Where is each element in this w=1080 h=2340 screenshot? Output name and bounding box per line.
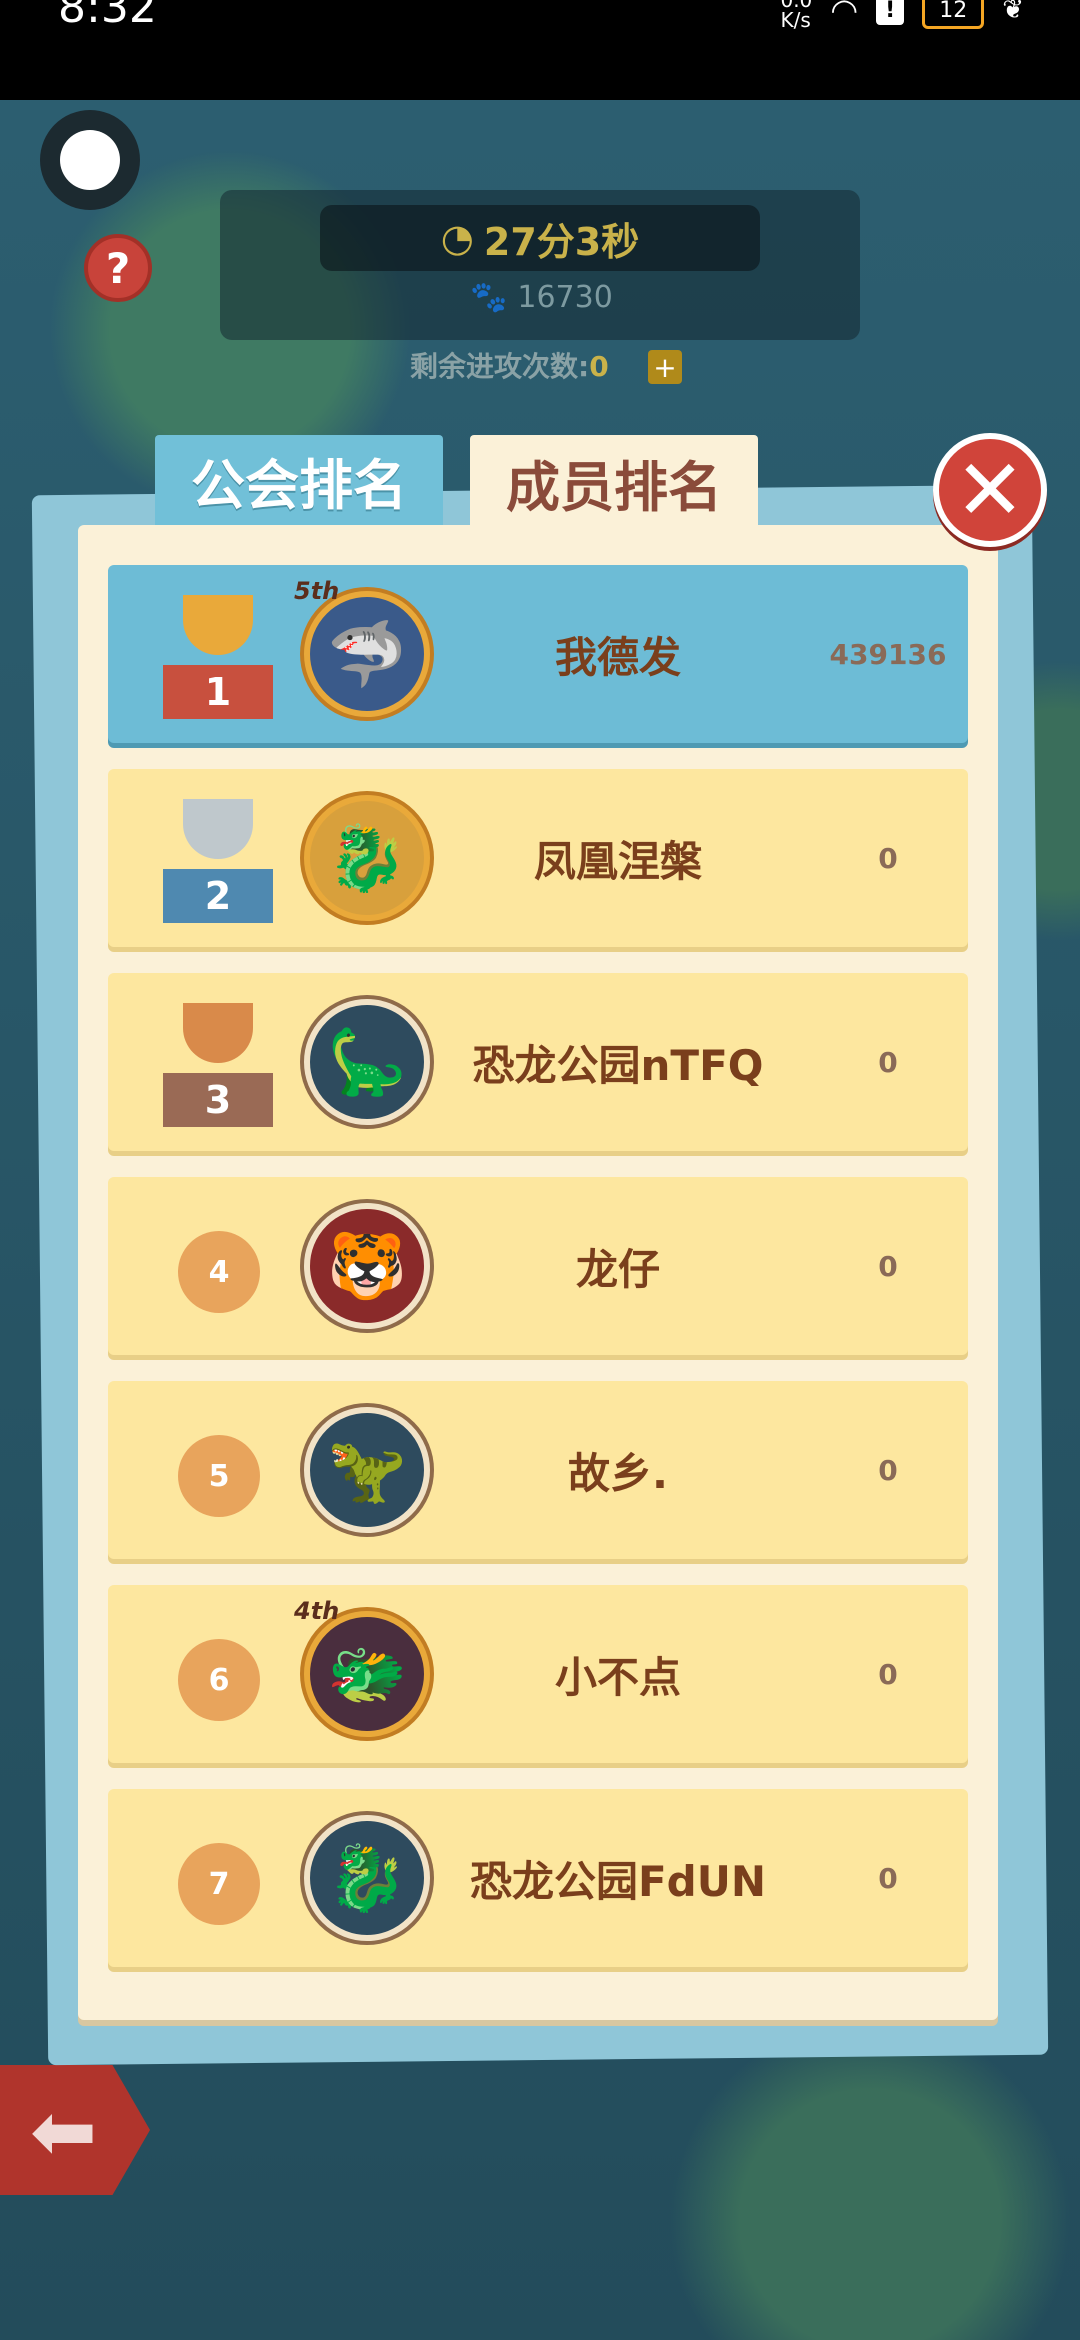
list-item[interactable]: 4 🐯 龙仔 0 [108,1177,968,1355]
close-button[interactable]: ✕ [933,433,1047,547]
list-item[interactable]: 3 🦕 恐龙公园nTFQ 0 [108,973,968,1151]
avatar: 🐉 [304,795,430,921]
alert-icon: ! [876,0,905,25]
member-name: 恐龙公园nTFQ [472,1040,764,1090]
paw-icon: 🐾 [470,280,508,315]
score-value: 16730 [517,280,613,315]
rank-number: 5 [178,1435,260,1517]
network-speed: 0.0 K/s [780,0,813,32]
rank-badge: 5th [294,577,340,605]
avatar: 🦕 [304,999,430,1125]
avatar: 🦖 [304,1407,430,1533]
avatar: 🦈 [304,591,430,717]
member-name: 我德发 [554,632,681,682]
member-score: 0 [878,1657,898,1691]
attacks-remaining: 剩余进攻次数:0 [410,350,609,383]
bronze-trophy-icon: 3 [163,1003,273,1127]
avatar: 🐯 [304,1203,430,1329]
avatar: 🐉 [304,1815,430,1941]
list-item[interactable]: 6 🐲 4th 小不点 0 [108,1585,968,1763]
score-line: 🐾 16730 [470,280,613,315]
wifi-icon: ◠ [830,0,859,29]
member-name: 恐龙公园FdUN [469,1856,766,1906]
status-bar: 8:32 0.0 K/s ◠ ! 12 ❦ [0,0,1080,100]
rank-badge: 4th [294,1597,340,1625]
member-score: 0 [878,1861,898,1895]
member-score: 0 [878,841,898,875]
member-name: 故乡. [568,1448,668,1498]
avatar: 🐲 [304,1611,430,1737]
member-score: 439136 [829,637,947,671]
list-item[interactable]: 2 🐉 凤凰涅槃 0 [108,769,968,947]
add-attacks-button[interactable]: + [648,350,682,384]
member-name: 小不点 [554,1652,681,1702]
leaf-icon: ❦ [1002,0,1024,25]
rank-number: 7 [178,1843,260,1925]
member-score: 0 [878,1453,898,1487]
member-score: 0 [878,1249,898,1283]
help-button[interactable]: ? [84,234,152,302]
list-item[interactable]: 7 🐉 恐龙公园FdUN 0 [108,1789,968,1967]
gold-trophy-icon: 1 [163,595,273,719]
timer-value: 27分3秒 [483,219,640,264]
silver-trophy-icon: 2 [163,799,273,923]
status-time: 8:32 [58,0,157,33]
list-item[interactable]: 1 🦈 5th 我德发 439136 [108,565,968,743]
battery-indicator: 12 [922,0,985,29]
member-score: 0 [878,1045,898,1079]
tab-guild-ranking[interactable]: 公会排名 [155,435,443,525]
timer-box: ◔ 27分3秒 [320,205,760,271]
rank-number: 4 [178,1231,260,1313]
list-item[interactable]: 5 🦖 故乡. 0 [108,1381,968,1559]
clock-icon: ◔ [440,216,474,260]
tab-member-ranking[interactable]: 成员排名 [470,435,758,530]
rank-number: 6 [178,1639,260,1721]
member-name: 龙仔 [575,1244,660,1294]
member-name: 凤凰涅槃 [533,836,702,886]
status-icons: 0.0 K/s ◠ ! 12 ❦ [780,0,1024,30]
menu-button[interactable] [40,110,140,210]
